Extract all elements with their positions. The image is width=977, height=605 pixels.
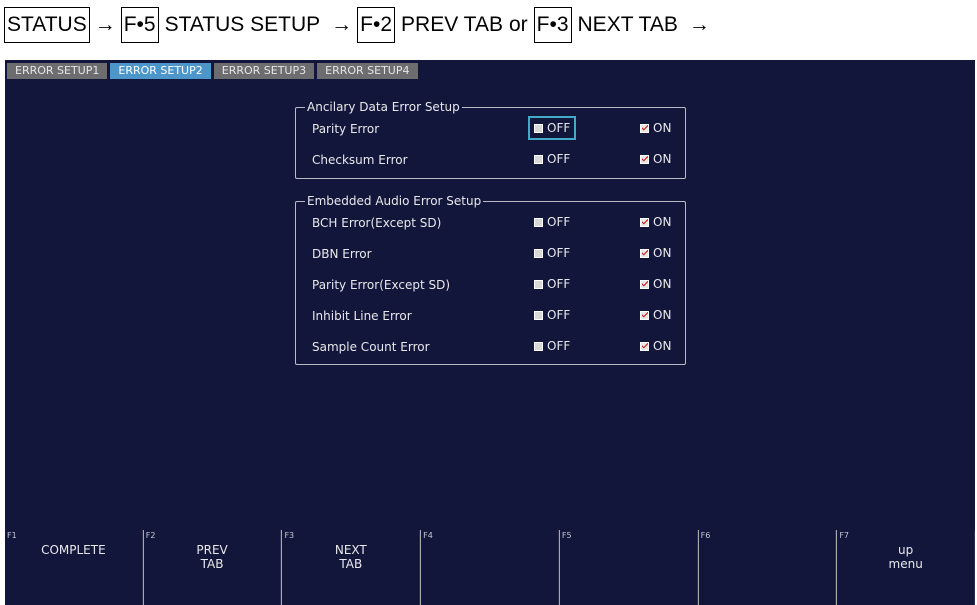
- f2-prev-tab-button[interactable]: F2 PREV TAB: [142, 530, 282, 605]
- tab-error-setup1[interactable]: ERROR SETUP1: [7, 63, 108, 79]
- setting-label: DBN Error: [312, 247, 372, 261]
- ancillary-error-group: Ancilary Data Error Setup Parity Error O…: [295, 99, 686, 179]
- checkbox-checked-icon: [640, 341, 649, 351]
- next-tab-text: NEXT TAB: [577, 13, 678, 36]
- setting-row: Checksum Error OFF ON: [296, 146, 685, 174]
- prev-tab-text: PREV TAB: [401, 13, 503, 36]
- checkbox-checked-icon: [640, 310, 649, 320]
- group-title: Ancilary Data Error Setup: [305, 99, 462, 115]
- arrow-icon: →: [331, 13, 353, 36]
- function-key-bar: F1 COMPLETE F2 PREV TAB F3 NEXT TAB F4 F…: [5, 530, 975, 605]
- f3-key: F•3: [533, 7, 572, 43]
- arrow-icon: →: [94, 13, 116, 36]
- f4-button[interactable]: F4: [420, 530, 559, 605]
- setting-label: Inhibit Line Error: [312, 309, 412, 323]
- f1-complete-button[interactable]: F1 COMPLETE: [5, 530, 143, 605]
- checkbox-icon: [534, 310, 543, 320]
- f7-up-menu-button[interactable]: F7 up menu: [836, 530, 975, 605]
- setting-label: Checksum Error: [312, 153, 408, 167]
- tab-error-setup4[interactable]: ERROR SETUP4: [317, 63, 418, 79]
- breadcrumb: STATUS → F•5 STATUS SETUP → F•2 PREV TAB…: [4, 7, 715, 43]
- group-title: Embedded Audio Error Setup: [305, 193, 484, 209]
- off-option[interactable]: OFF: [530, 243, 574, 263]
- checkbox-icon: [534, 154, 543, 164]
- off-option[interactable]: OFF: [530, 274, 574, 294]
- setting-label: Sample Count Error: [312, 340, 430, 354]
- fkey-label: up menu: [888, 543, 923, 571]
- fkey-label: COMPLETE: [41, 543, 106, 557]
- checkbox-icon: [534, 123, 543, 133]
- checkbox-icon: [534, 248, 543, 258]
- status-setup-text: STATUS SETUP: [164, 13, 321, 36]
- off-option[interactable]: OFF: [530, 305, 574, 325]
- on-option[interactable]: ON: [636, 274, 675, 294]
- on-option[interactable]: ON: [636, 212, 675, 232]
- on-option[interactable]: ON: [636, 243, 675, 263]
- f5-key: F•5: [120, 7, 159, 43]
- on-option[interactable]: ON: [636, 118, 675, 138]
- fkey-number: F1: [7, 531, 17, 540]
- status-key: STATUS: [4, 7, 90, 43]
- or-text: or: [508, 13, 528, 36]
- checkbox-checked-icon: [640, 248, 649, 258]
- off-option[interactable]: OFF: [530, 336, 574, 356]
- fkey-label: PREV TAB: [196, 543, 228, 571]
- arrow-icon: →: [688, 13, 710, 36]
- setting-row: DBN Error OFF ON: [296, 240, 685, 268]
- f5-button[interactable]: F5: [558, 530, 698, 605]
- fkey-label: NEXT TAB: [334, 543, 367, 571]
- instrument-screen: ERROR SETUP1 ERROR SETUP2 ERROR SETUP3 E…: [5, 60, 975, 605]
- checkbox-icon: [534, 341, 543, 351]
- checkbox-checked-icon: [640, 217, 649, 227]
- on-option[interactable]: ON: [636, 149, 675, 169]
- fkey-number: F5: [561, 531, 572, 540]
- fkey-number: F4: [423, 531, 433, 540]
- fkey-number: F3: [284, 531, 295, 540]
- tab-error-setup3[interactable]: ERROR SETUP3: [213, 63, 315, 79]
- fkey-number: F7: [839, 531, 850, 540]
- setting-label: Parity Error(Except SD): [312, 278, 450, 292]
- setting-row: Parity Error OFF ON: [296, 115, 685, 143]
- fkey-number: F2: [145, 531, 156, 540]
- on-option[interactable]: ON: [636, 336, 675, 356]
- checkbox-checked-icon: [640, 279, 649, 289]
- tab-bar: ERROR SETUP1 ERROR SETUP2 ERROR SETUP3 E…: [7, 63, 418, 79]
- tab-error-setup2[interactable]: ERROR SETUP2: [110, 63, 211, 79]
- checkbox-icon: [534, 217, 543, 227]
- embedded-audio-error-group: Embedded Audio Error Setup BCH Error(Exc…: [295, 193, 686, 365]
- setting-label: Parity Error: [312, 122, 380, 136]
- checkbox-checked-icon: [640, 123, 649, 133]
- f2-key: F•2: [357, 7, 396, 43]
- f3-next-tab-button[interactable]: F3 NEXT TAB: [281, 530, 421, 605]
- fkey-number: F6: [700, 531, 711, 540]
- off-option[interactable]: OFF: [530, 212, 574, 232]
- f6-button[interactable]: F6: [697, 530, 837, 605]
- setting-row: Parity Error(Except SD) OFF ON: [296, 271, 685, 299]
- checkbox-checked-icon: [640, 154, 649, 164]
- off-option[interactable]: OFF: [527, 116, 577, 140]
- setting-label: BCH Error(Except SD): [312, 216, 442, 230]
- on-option[interactable]: ON: [636, 305, 675, 325]
- setting-row: Sample Count Error OFF ON: [296, 333, 685, 361]
- setting-row: BCH Error(Except SD) OFF ON: [296, 209, 685, 237]
- checkbox-icon: [534, 279, 543, 289]
- off-option[interactable]: OFF: [530, 149, 574, 169]
- setting-row: Inhibit Line Error OFF ON: [296, 302, 685, 330]
